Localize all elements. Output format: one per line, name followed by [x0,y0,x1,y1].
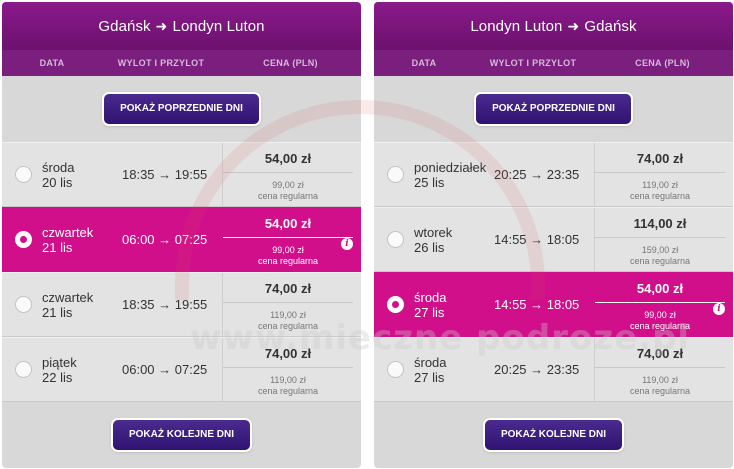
flight-price: 74,00 zł [595,151,725,173]
flight-date: 21 lis [42,304,73,320]
flight-price: 74,00 zł [223,281,353,303]
flight-day: poniedziałek [414,159,487,175]
flight-price: 114,00 zł [595,216,725,238]
col-date: DATA [39,58,65,68]
arrow-right-icon: ➜ [155,17,168,34]
flight-radio[interactable] [387,166,404,183]
flight-date: 26 lis [414,239,445,255]
flight-price: 74,00 zł [595,346,725,368]
regular-price: 119,00 zł [642,180,678,190]
flight-times: 18:35 → 19:55 [122,167,208,182]
col-price: CENA (PLN) [635,58,690,68]
return-destination: Gdańsk [584,17,637,35]
column-headers: DATA WYLOT I PRZYLOT CENA (PLN) [374,50,733,76]
flight-date: 25 lis [414,174,445,190]
flight-row-selected[interactable]: czwartek 21 lis 06:00 → 07:25 54,00 zł 99… [2,207,361,272]
col-times: WYLOT I PRZYLOT [117,58,205,68]
col-price: CENA (PLN) [263,58,318,68]
flight-radio[interactable] [387,361,404,378]
flight-list: środa 20 lis 18:35 → 19:55 54,00 zł 99,00… [2,142,361,402]
flight-list: poniedziałek 25 lis 20:25 → 23:35 74,00 z… [374,142,733,402]
regular-price-label: cena regularna [257,256,319,266]
col-times: WYLOT I PRZYLOT [489,58,577,68]
flight-day: środa [414,289,447,305]
flight-price: 54,00 zł [223,216,353,238]
flight-day: środa [42,159,75,175]
show-next-days-button[interactable]: POKAŻ KOLEJNE DNI [112,420,250,450]
regular-price: 119,00 zł [642,375,678,385]
flight-day: piątek [42,354,77,370]
show-previous-days-button[interactable]: POKAŻ POPRZEDNIE DNI [476,94,631,124]
flight-times: 20:25 → 23:35 [494,362,580,377]
outbound-destination: Londyn Luton [172,17,265,35]
col-date: DATA [411,58,437,68]
flight-row[interactable]: środa 27 lis 20:25 → 23:35 74,00 zł 119,0… [374,337,733,402]
regular-price: 99,00 zł [644,310,676,320]
flight-day: środa [414,354,447,370]
arrow-right-icon: ➜ [567,17,580,34]
flight-times: 06:00 → 07:25 [122,362,208,377]
regular-price: 99,00 zł [272,245,304,255]
flight-price: 54,00 zł [223,151,353,173]
flight-row[interactable]: piątek 22 lis 06:00 → 07:25 74,00 zł 119,… [2,337,361,402]
info-icon[interactable]: i [713,303,725,315]
flight-day: wtorek [414,224,453,240]
flight-row-selected[interactable]: środa 27 lis 14:55 → 18:05 54,00 zł 99,00… [374,272,733,337]
flight-radio-selected[interactable] [387,296,404,313]
regular-price: 99,00 zł [272,180,304,190]
flight-times: 20:25 → 23:35 [494,167,580,182]
flight-row[interactable]: czwartek 21 lis 18:35 → 19:55 74,00 zł 11… [2,272,361,337]
flight-date: 20 lis [42,174,73,190]
regular-price: 119,00 zł [270,375,306,385]
regular-price: 119,00 zł [270,310,306,320]
flight-row[interactable]: wtorek 26 lis 14:55 → 18:05 114,00 zł 159… [374,207,733,272]
outbound-route-header: Gdańsk ➜ Londyn Luton [2,2,361,50]
flight-date: 22 lis [42,369,73,385]
flight-times: 14:55 → 18:05 [494,297,580,312]
flight-radio[interactable] [15,296,32,313]
flight-date: 27 lis [414,304,445,320]
flight-row[interactable]: poniedziałek 25 lis 20:25 → 23:35 74,00 z… [374,142,733,207]
show-next-days-button[interactable]: POKAŻ KOLEJNE DNI [484,420,622,450]
flight-radio[interactable] [387,231,404,248]
regular-price: 159,00 zł [641,245,679,255]
regular-price-label: cena regularna [257,321,319,331]
flight-times: 06:00 → 07:25 [122,232,208,247]
show-previous-days-button[interactable]: POKAŻ POPRZEDNIE DNI [104,94,259,124]
return-panel: Londyn Luton ➜ Gdańsk DATA WYLOT I PRZYL… [374,2,733,468]
return-origin: Londyn Luton [470,17,563,35]
flight-date: 27 lis [414,369,445,385]
flight-day: czwartek [42,289,94,305]
flight-times: 14:55 → 18:05 [494,232,580,247]
column-headers: DATA WYLOT I PRZYLOT CENA (PLN) [2,50,361,76]
flight-price: 54,00 zł [595,281,725,303]
flight-price: 74,00 zł [223,346,353,368]
regular-price-label: cena regularna [629,321,691,331]
regular-price-label: cena regularna [629,386,691,396]
outbound-panel: Gdańsk ➜ Londyn Luton DATA WYLOT I PRZYL… [2,2,361,468]
outbound-origin: Gdańsk [98,17,151,35]
flight-radio[interactable] [15,166,32,183]
flight-radio[interactable] [15,361,32,378]
return-route-header: Londyn Luton ➜ Gdańsk [374,2,733,50]
flight-times: 18:35 → 19:55 [122,297,208,312]
flight-day: czwartek [42,224,94,240]
flight-row[interactable]: środa 20 lis 18:35 → 19:55 54,00 zł 99,00… [2,142,361,207]
regular-price-label: cena regularna [629,191,691,201]
flight-date: 21 lis [42,239,73,255]
regular-price-label: cena regularna [629,256,691,266]
info-icon[interactable]: i [341,238,353,250]
regular-price-label: cena regularna [257,191,319,201]
flight-radio-selected[interactable] [15,231,32,248]
regular-price-label: cena regularna [257,386,319,396]
